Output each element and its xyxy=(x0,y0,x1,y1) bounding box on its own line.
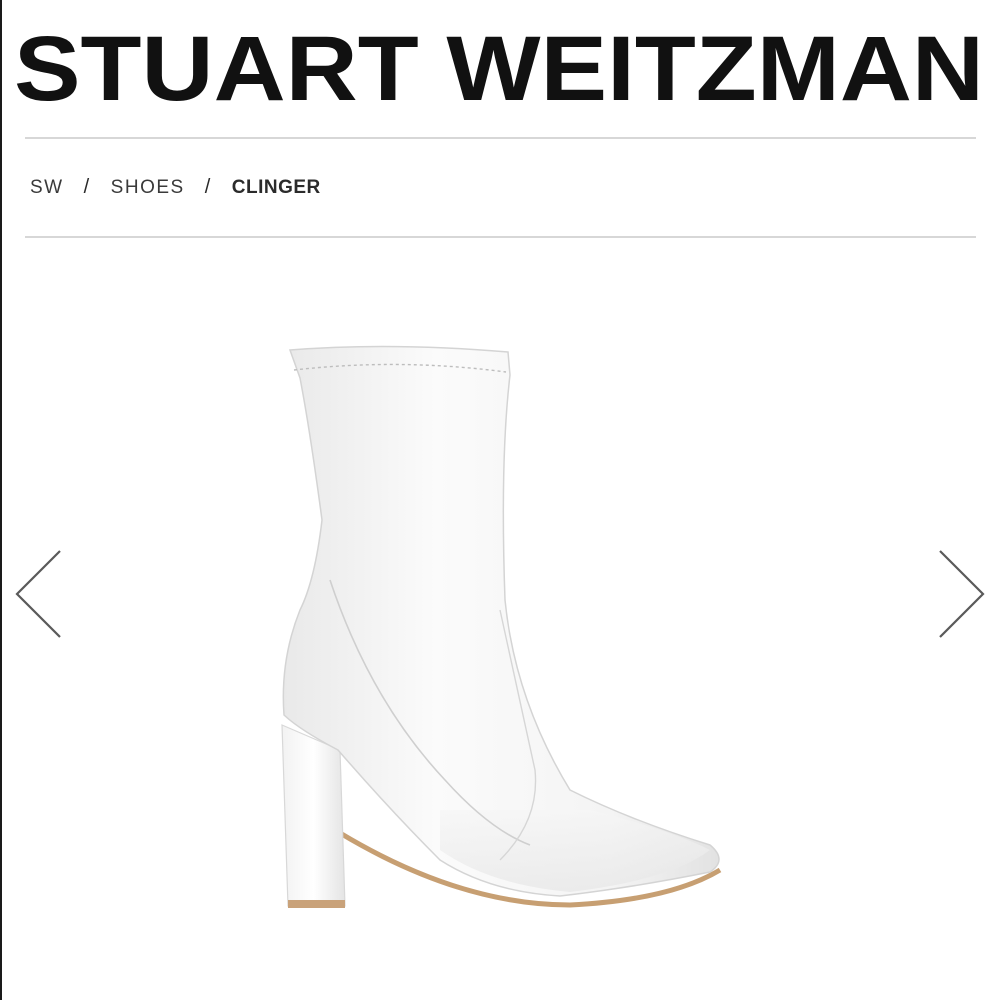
breadcrumb: SW / SHOES / CLINGER xyxy=(30,176,321,199)
breadcrumb-separator: / xyxy=(83,176,91,198)
breadcrumb-link-shoes[interactable]: SHOES xyxy=(111,177,185,199)
carousel-next-button[interactable] xyxy=(936,548,988,640)
product-image-carousel xyxy=(0,260,1000,1000)
breadcrumb-link-sw[interactable]: SW xyxy=(30,177,64,199)
product-image[interactable] xyxy=(270,340,740,920)
chevron-left-icon xyxy=(15,550,61,638)
brand-logo[interactable]: STUART WEITZMAN xyxy=(0,22,1000,112)
carousel-prev-button[interactable] xyxy=(12,548,64,640)
chevron-right-icon xyxy=(939,550,985,638)
header-divider xyxy=(25,137,976,139)
brand-text: STUART WEITZMAN xyxy=(14,22,984,112)
breadcrumb-divider xyxy=(25,236,976,238)
breadcrumb-current: CLINGER xyxy=(231,176,321,198)
brand-wordmark: STUART WEITZMAN xyxy=(14,22,984,112)
boot-illustration xyxy=(281,345,722,908)
breadcrumb-separator: / xyxy=(204,176,212,198)
